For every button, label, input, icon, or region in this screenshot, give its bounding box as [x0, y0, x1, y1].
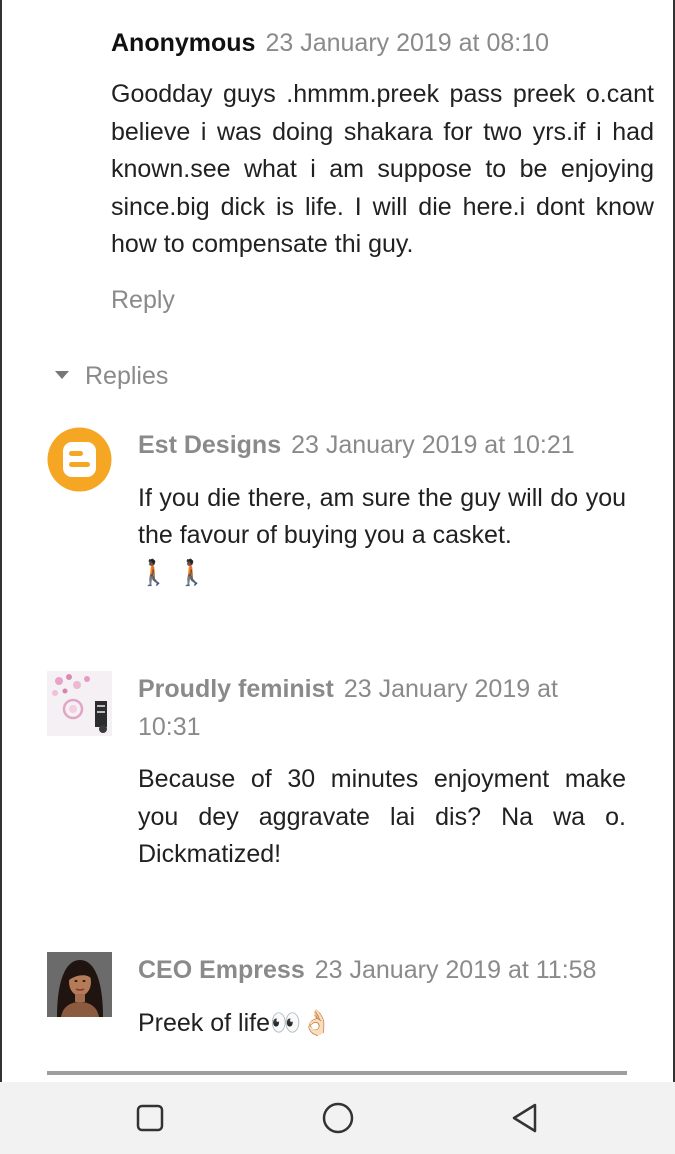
reply-body: CEO Empress 23 January 2019 at 11:58 Pree…: [138, 952, 626, 1042]
comment-timestamp[interactable]: 23 January 2019 at 08:10: [265, 29, 549, 57]
window-border-left: [0, 0, 2, 1082]
reply-link[interactable]: Reply: [111, 286, 175, 315]
reply-timestamp[interactable]: 23 January 2019 at 10:21: [291, 431, 575, 459]
replies-toggle-label: Replies: [85, 362, 169, 390]
reply-header: Est Designs 23 January 2019 at 10:21: [138, 427, 626, 465]
reply-header: Proudly feminist 23 January 2019 at 10:31: [138, 671, 626, 746]
walking-person-emoji: 🚶🏿 🚶🏿: [138, 558, 208, 587]
reply-body: Proudly feminist 23 January 2019 at 10:31…: [138, 671, 626, 874]
avatar[interactable]: [47, 952, 112, 1017]
avatar[interactable]: [47, 671, 112, 736]
reply-text-body: Preek of life: [138, 1008, 271, 1037]
comment-header: Anonymous 23 January 2019 at 08:10: [111, 25, 654, 61]
comment-author[interactable]: Anonymous: [111, 29, 255, 57]
back-icon[interactable]: [505, 1098, 545, 1138]
reply-timestamp[interactable]: 23 January 2019 at 11:58: [315, 956, 597, 984]
reply-text: Because of 30 minutes enjoyment make you…: [138, 765, 626, 868]
eyes-ok-hand-emoji: 👀👌🏻: [270, 1008, 333, 1037]
divider: [47, 1071, 627, 1075]
caret-down-icon: [55, 370, 69, 379]
reply-text: Preek of life👀👌🏻: [138, 1005, 626, 1043]
reply-header: CEO Empress 23 January 2019 at 11:58: [138, 952, 626, 990]
reply-text-body: If you die there, am sure the guy will d…: [138, 483, 626, 550]
comment-text: Goodday guys .hmmm.preek pass preek o.ca…: [111, 80, 654, 258]
reply-author[interactable]: CEO Empress: [138, 956, 305, 984]
reply-text: If you die there, am sure the guy will d…: [138, 480, 626, 593]
blogger-icon[interactable]: [47, 427, 112, 492]
reply-author[interactable]: Est Designs: [138, 431, 281, 459]
reply-body: Est Designs 23 January 2019 at 10:21 If y…: [138, 427, 626, 592]
recents-icon[interactable]: [130, 1098, 170, 1138]
reply-author[interactable]: Proudly feminist: [138, 675, 334, 703]
comment: Anonymous 23 January 2019 at 08:10 Goodda…: [111, 25, 654, 315]
replies-toggle[interactable]: Replies: [55, 362, 168, 391]
home-icon[interactable]: [318, 1098, 358, 1138]
android-nav-bar: [0, 1082, 675, 1154]
